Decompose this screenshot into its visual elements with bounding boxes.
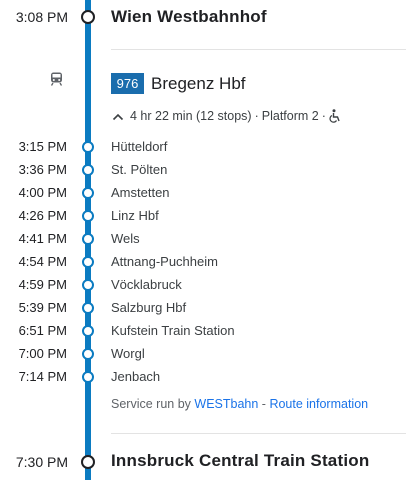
trip-duration: 4 hr 22 min (12 stops): [130, 109, 252, 123]
wheelchair-icon: [329, 109, 341, 123]
stop-time: 4:59 PM: [18, 277, 67, 292]
route-number-badge: 976: [111, 73, 144, 94]
stop-name[interactable]: Hütteldorf: [111, 139, 167, 154]
stop-time: 4:00 PM: [18, 185, 67, 200]
stop-marker: [82, 164, 94, 176]
stop-name[interactable]: Kufstein Train Station: [111, 323, 235, 338]
stop-name[interactable]: Worgl: [111, 346, 145, 361]
stop-time: 7:00 PM: [18, 346, 67, 361]
trip-details-toggle[interactable]: 4 hr 22 min (12 stops) · Platform 2 ·: [112, 109, 341, 123]
stop-name[interactable]: Linz Hbf: [111, 208, 159, 223]
stop-marker: [82, 256, 94, 268]
stop-marker: [82, 371, 94, 383]
origin-station[interactable]: Wien Westbahnhof: [111, 7, 267, 27]
origin-divider: [111, 49, 406, 50]
stop-time: 6:51 PM: [18, 323, 67, 338]
stop-name[interactable]: Amstetten: [111, 185, 170, 200]
meta-separator: ·: [254, 109, 259, 123]
meta-separator: ·: [321, 109, 326, 123]
arrival-station[interactable]: Innsbruck Central Train Station: [111, 451, 369, 471]
stop-name[interactable]: Wels: [111, 231, 140, 246]
stop-time: 4:54 PM: [18, 254, 67, 269]
arrival-stop-marker: [81, 455, 95, 469]
service-info: Service run by WESTbahn - Route informat…: [111, 397, 368, 411]
stop-marker: [82, 233, 94, 245]
stop-marker: [82, 141, 94, 153]
stop-time: 3:36 PM: [18, 162, 67, 177]
chevron-up-icon: [112, 111, 124, 121]
route-information-link[interactable]: Route information: [269, 397, 368, 411]
stop-marker: [82, 325, 94, 337]
origin-stop-marker: [81, 10, 95, 24]
stop-time: 3:15 PM: [18, 139, 67, 154]
arrival-time: 7:30 PM: [15, 454, 68, 470]
destination-label: Bregenz Hbf: [151, 74, 246, 93]
stop-name[interactable]: Vöcklabruck: [111, 277, 182, 292]
service-separator: -: [261, 397, 266, 411]
stop-name[interactable]: Salzburg Hbf: [111, 300, 186, 315]
stop-time: 4:41 PM: [18, 231, 67, 246]
operator-link[interactable]: WESTbahn: [194, 397, 258, 411]
stop-marker: [82, 187, 94, 199]
arrival-divider: [111, 433, 406, 434]
stop-name[interactable]: St. Pölten: [111, 162, 167, 177]
stop-marker: [82, 279, 94, 291]
train-icon: [50, 72, 63, 86]
service-prefix: Service run by: [111, 397, 191, 411]
stop-name[interactable]: Attnang-Puchheim: [111, 254, 218, 269]
stop-time: 4:26 PM: [18, 208, 67, 223]
platform-label: Platform 2: [261, 109, 319, 123]
origin-time: 3:08 PM: [15, 9, 68, 25]
stop-marker: [82, 302, 94, 314]
stop-time: 7:14 PM: [18, 369, 67, 384]
stop-marker: [82, 210, 94, 222]
stop-time: 5:39 PM: [18, 300, 67, 315]
stop-marker: [82, 348, 94, 360]
stop-name[interactable]: Jenbach: [111, 369, 160, 384]
